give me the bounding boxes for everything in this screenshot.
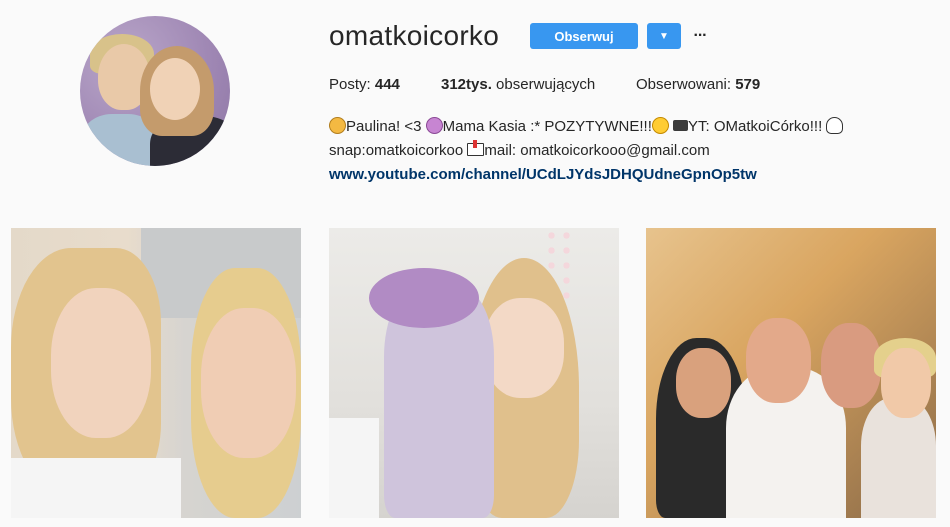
- ghost-emoji-icon: [826, 117, 844, 134]
- followers-count[interactable]: 312tys. obserwujących: [441, 76, 636, 93]
- follow-button[interactable]: Obserwuj: [530, 23, 638, 49]
- mailbox-emoji-icon: [467, 140, 485, 156]
- profile-stats: Posty: 444 312tys. obserwujących Obserwo…: [329, 76, 760, 93]
- profile-avatar: [80, 16, 230, 166]
- suggestions-dropdown-button[interactable]: ▼: [647, 23, 681, 49]
- more-options-button[interactable]: ···: [690, 23, 710, 49]
- ellipsis-icon: ···: [693, 27, 708, 44]
- bio-website-link[interactable]: www.youtube.com/channel/UCdLJYdsJDHQUdne…: [329, 166, 757, 183]
- following-count[interactable]: Obserwowani: 579: [636, 76, 760, 93]
- woman-emoji-icon: [425, 117, 443, 134]
- post-thumbnail[interactable]: [11, 228, 301, 518]
- post-thumbnail[interactable]: [646, 228, 936, 518]
- bio-line-1: Paulina! <3 Mama Kasia :* POZYTYWNE!!! Y…: [329, 115, 929, 139]
- post-thumbnail[interactable]: [329, 228, 619, 518]
- yum-emoji-icon: [651, 117, 669, 134]
- profile-bio: Paulina! <3 Mama Kasia :* POZYTYWNE!!! Y…: [329, 115, 929, 187]
- posts-count: Posty: 444: [329, 76, 400, 93]
- camera-emoji-icon: [673, 120, 689, 131]
- bio-line-2: snap:omatkoicorkoo mail: omatkoicorkooo@…: [329, 140, 710, 159]
- profile-username: omatkoicorko: [329, 20, 500, 51]
- chevron-down-icon: ▼: [659, 30, 669, 42]
- girl-emoji-icon: [329, 117, 346, 134]
